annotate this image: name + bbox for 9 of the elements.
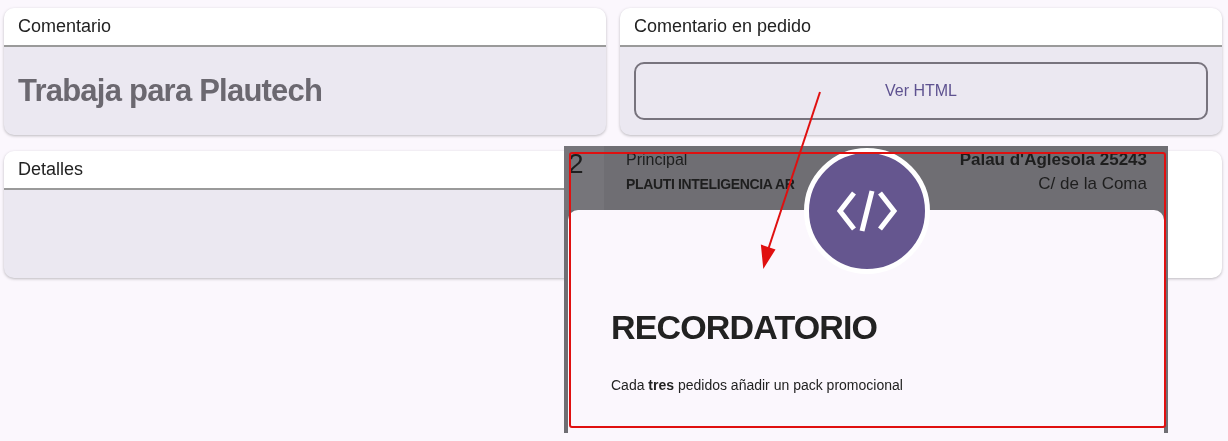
dialog-title: RECORDATORIO (611, 307, 879, 348)
card-title: Comentario (18, 15, 112, 38)
address-text: C/ de la Coma (1038, 173, 1147, 195)
comment-text: Trabaja para Plautech (18, 71, 323, 110)
card-title: Comentario en pedido (634, 15, 812, 38)
view-html-button[interactable]: Ver HTML (634, 62, 1208, 120)
dialog-message: Cada tres pedidos añadir un pack promocional (611, 376, 904, 395)
card-title: Detalles (18, 158, 84, 181)
row-text: Principal (626, 150, 689, 170)
